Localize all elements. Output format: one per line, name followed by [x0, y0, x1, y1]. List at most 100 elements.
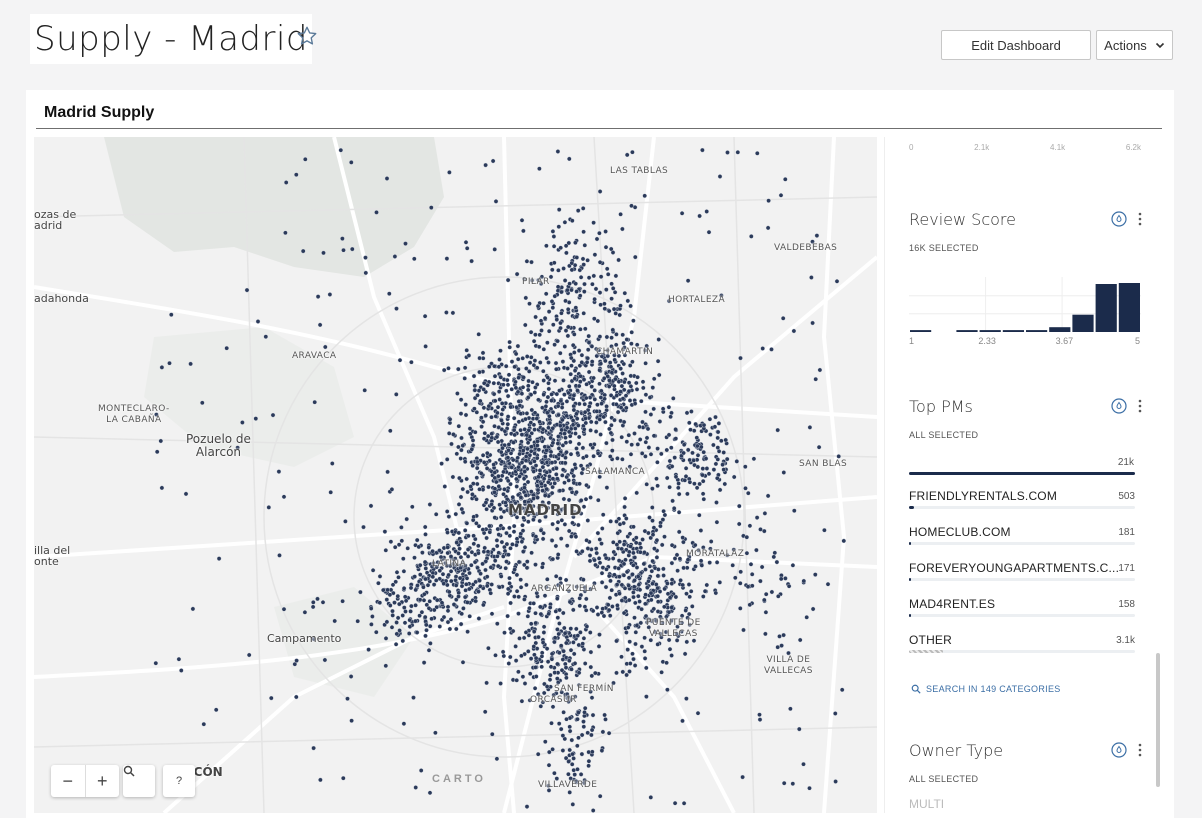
listing-point[interactable] — [496, 364, 502, 370]
listing-point[interactable] — [389, 624, 395, 630]
listing-point[interactable] — [570, 422, 576, 428]
listing-point[interactable] — [465, 629, 470, 635]
listing-point[interactable] — [629, 329, 635, 335]
listing-point[interactable] — [615, 456, 620, 461]
listing-point[interactable] — [581, 229, 586, 235]
listing-point[interactable] — [560, 359, 566, 364]
listing-point[interactable] — [545, 340, 550, 345]
listing-point[interactable] — [566, 528, 572, 534]
listing-point[interactable] — [412, 555, 417, 561]
listing-point[interactable] — [586, 758, 592, 764]
listing-point[interactable] — [464, 246, 470, 251]
listing-point[interactable] — [506, 552, 511, 558]
listing-point[interactable] — [536, 447, 542, 453]
listing-point[interactable] — [558, 726, 564, 732]
listing-point[interactable] — [501, 653, 507, 659]
listing-point[interactable] — [416, 544, 422, 550]
listing-point[interactable] — [340, 236, 345, 241]
listing-point[interactable] — [698, 528, 704, 533]
listing-point[interactable] — [643, 439, 649, 445]
listing-point[interactable] — [667, 595, 673, 601]
listing-point[interactable] — [472, 559, 478, 565]
listing-point[interactable] — [329, 461, 335, 466]
listing-point[interactable] — [546, 479, 551, 485]
listing-point[interactable] — [504, 377, 510, 383]
listing-point[interactable] — [606, 384, 612, 389]
more-options-icon[interactable] — [1135, 398, 1145, 414]
listing-point[interactable] — [628, 451, 634, 457]
listing-point[interactable] — [413, 587, 419, 593]
listing-point[interactable] — [533, 385, 538, 390]
listing-point[interactable] — [559, 310, 564, 316]
listing-point[interactable] — [536, 344, 542, 350]
listing-point[interactable] — [585, 258, 590, 263]
listing-point[interactable] — [390, 608, 395, 614]
listing-point[interactable] — [665, 687, 670, 693]
listing-point[interactable] — [649, 597, 654, 603]
listing-point[interactable] — [527, 360, 533, 365]
listing-point[interactable] — [593, 670, 598, 676]
listing-point[interactable] — [552, 670, 558, 675]
listing-point[interactable] — [492, 515, 498, 520]
listing-point[interactable] — [561, 648, 566, 654]
listing-point[interactable] — [369, 622, 374, 627]
listing-point[interactable] — [368, 606, 374, 611]
listing-point[interactable] — [599, 401, 604, 406]
listing-point[interactable] — [541, 346, 547, 352]
listing-point[interactable] — [658, 523, 663, 529]
listing-point[interactable] — [577, 293, 583, 298]
listing-point[interactable] — [504, 559, 509, 564]
listing-point[interactable] — [594, 550, 600, 556]
listing-point[interactable] — [596, 644, 602, 649]
listing-point[interactable] — [683, 465, 689, 471]
listing-point[interactable] — [697, 512, 702, 518]
listing-point[interactable] — [427, 790, 433, 796]
listing-point[interactable] — [382, 529, 388, 534]
listing-point[interactable] — [513, 385, 519, 391]
histogram-bar[interactable] — [1026, 330, 1048, 332]
listing-point[interactable] — [603, 358, 608, 364]
listing-point[interactable] — [733, 575, 738, 581]
listing-point[interactable] — [647, 515, 652, 520]
listing-point[interactable] — [453, 511, 459, 517]
listing-point[interactable] — [790, 781, 796, 787]
listing-point[interactable] — [640, 379, 646, 385]
listing-point[interactable] — [567, 599, 573, 605]
listing-point[interactable] — [631, 524, 636, 530]
listing-point[interactable] — [699, 444, 704, 450]
listing-point[interactable] — [562, 344, 568, 349]
listing-point[interactable] — [448, 578, 454, 584]
listing-point[interactable] — [536, 634, 541, 640]
listing-point[interactable] — [614, 670, 619, 676]
listing-point[interactable] — [535, 751, 541, 757]
listing-point[interactable] — [630, 149, 635, 155]
listing-point[interactable] — [788, 706, 793, 712]
listing-point[interactable] — [549, 651, 555, 657]
listing-point[interactable] — [572, 772, 578, 777]
listing-point[interactable] — [501, 469, 506, 475]
listing-point[interactable] — [540, 368, 546, 374]
listing-point[interactable] — [605, 602, 611, 608]
listing-point[interactable] — [525, 613, 531, 619]
listing-point[interactable] — [638, 620, 644, 626]
listing-point[interactable] — [588, 664, 594, 670]
listing-point[interactable] — [516, 464, 521, 470]
listing-point[interactable] — [459, 435, 464, 441]
listing-point[interactable] — [687, 420, 692, 426]
listing-point[interactable] — [562, 431, 567, 436]
listing-point[interactable] — [628, 544, 633, 549]
listing-point[interactable] — [616, 566, 621, 571]
listing-point[interactable] — [792, 508, 797, 514]
listing-point[interactable] — [564, 399, 570, 404]
listing-point[interactable] — [604, 485, 610, 490]
listing-point[interactable] — [446, 431, 452, 436]
widget-toggle-icon[interactable] — [1111, 211, 1127, 227]
listing-point[interactable] — [509, 359, 515, 364]
listing-point[interactable] — [397, 357, 403, 363]
listing-point[interactable] — [158, 438, 164, 444]
listing-point[interactable] — [507, 580, 512, 586]
listing-point[interactable] — [551, 234, 557, 239]
listing-point[interactable] — [328, 489, 334, 495]
listing-point[interactable] — [621, 419, 627, 425]
listing-point[interactable] — [519, 698, 525, 704]
